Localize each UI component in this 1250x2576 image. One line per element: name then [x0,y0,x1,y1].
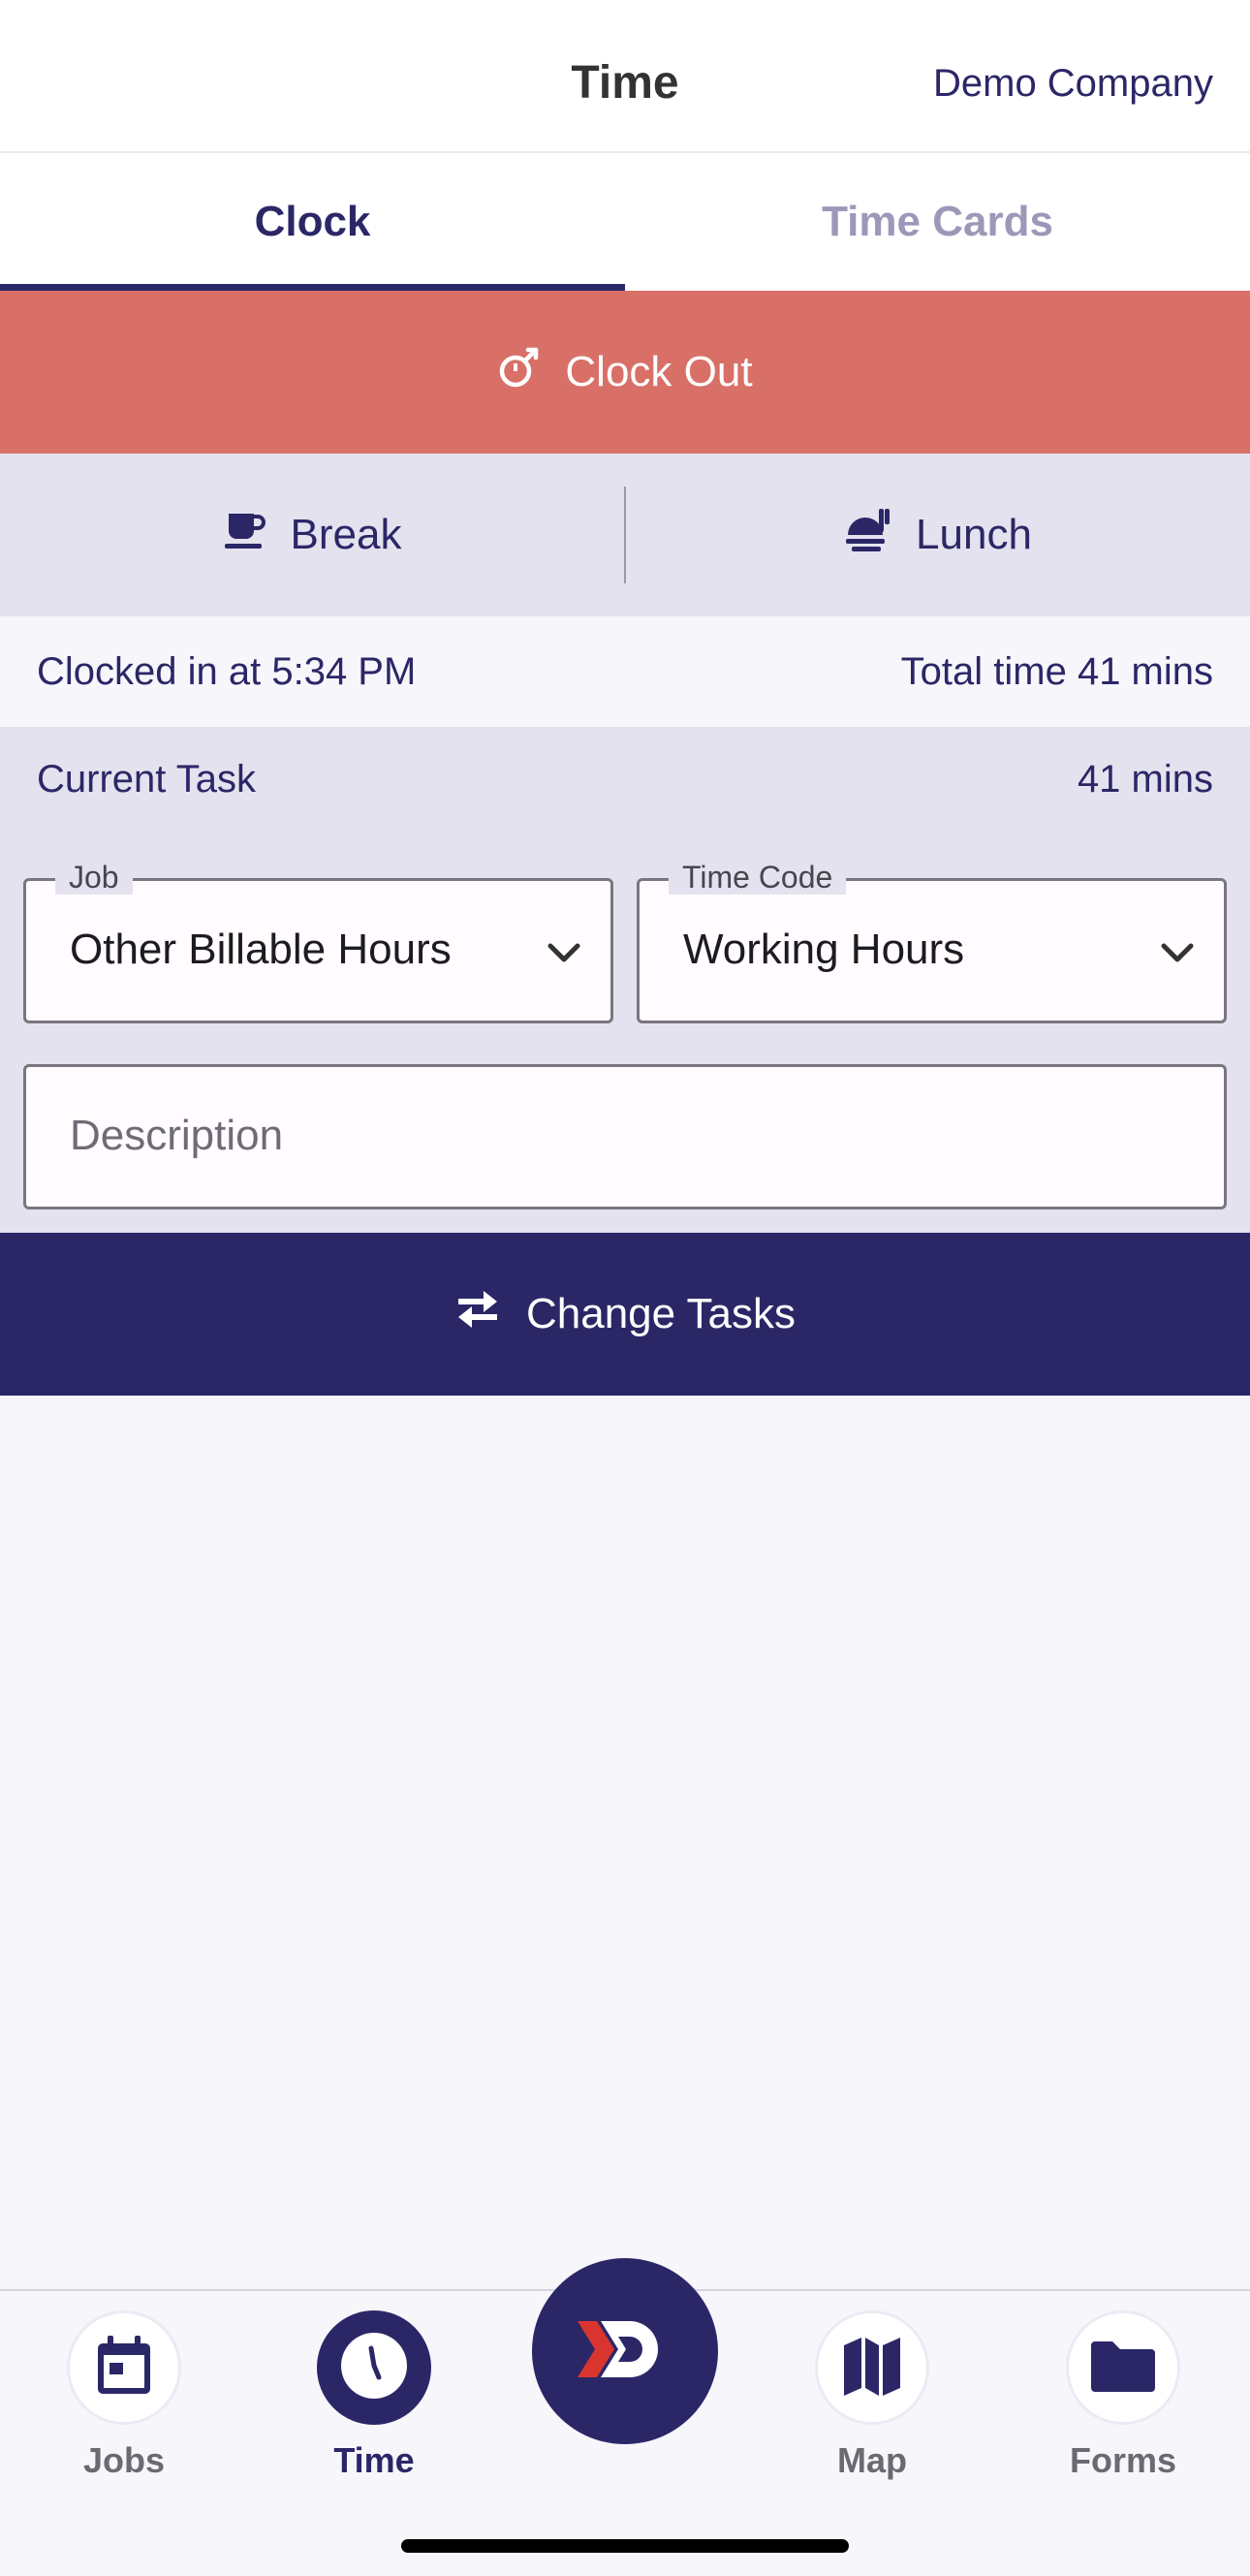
nav-item-map[interactable]: Map [785,2310,959,2481]
nav-label-forms: Forms [1069,2440,1177,2480]
job-value: Other Billable Hours [70,926,452,973]
brand-logo-icon [572,2315,678,2388]
total-time-text: Total time 41 mins [900,649,1213,693]
swap-arrows-icon [454,1288,501,1341]
folder-icon [1089,2338,1157,2399]
job-select[interactable]: Job Other Billable Hours [23,860,613,1023]
nav-time-circle [317,2310,431,2425]
change-tasks-label: Change Tasks [525,1290,797,1337]
clock-out-label: Clock Out [565,348,753,395]
break-bar: Break Lunch [0,454,1250,616]
time-code-select[interactable]: Time Code Working Hours [637,860,1227,1023]
stopwatch-icon [497,345,542,400]
description-field[interactable]: Description [23,1064,1227,1209]
app-header: Time Demo Company [0,0,1250,153]
home-indicator [401,2539,849,2553]
tab-bar: Clock Time Cards [0,153,1250,291]
nav-map-circle [815,2310,929,2425]
change-tasks-button[interactable]: Change Tasks [0,1233,1250,1396]
nav-jobs-circle [67,2310,181,2425]
map-icon [840,2334,904,2403]
time-code-value: Working Hours [683,926,965,973]
nav-forms-circle [1066,2310,1180,2425]
calendar-icon [94,2334,154,2403]
tab-time-cards[interactable]: Time Cards [625,153,1250,291]
lunch-label: Lunch [916,511,1032,558]
chevron-down-icon [545,933,583,977]
current-task-duration: 41 mins [1077,758,1213,801]
tab-clock[interactable]: Clock [0,153,625,291]
company-selector[interactable]: Demo Company [933,62,1213,106]
current-task-header: Current Task 41 mins [37,758,1213,801]
clocked-in-text: Clocked in at 5:34 PM [37,649,417,693]
nav-label-time: Time [333,2440,415,2480]
current-task-panel: Current Task 41 mins Job Other Billable … [0,727,1250,1233]
time-code-label: Time Code [669,860,847,895]
time-screen: Time Demo Company Clock Time Cards Clock… [0,0,1250,2576]
nav-item-time[interactable]: Time [287,2310,461,2481]
clock-out-button[interactable]: Clock Out [0,291,1250,454]
nav-label-map: Map [837,2440,907,2480]
food-tray-icon [844,506,892,565]
nav-item-jobs[interactable]: Jobs [37,2310,211,2481]
nav-item-forms[interactable]: Forms [1036,2310,1210,2481]
chevron-down-icon [1158,933,1197,977]
break-button[interactable]: Break [0,454,624,616]
coffee-cup-icon [223,508,267,563]
description-placeholder: Description [70,1112,284,1159]
clock-icon [339,2331,409,2405]
clock-status-row: Clocked in at 5:34 PM Total time 41 mins [0,616,1250,727]
lunch-button[interactable]: Lunch [626,454,1250,616]
bottom-nav: Jobs Time Map Forms [0,2258,1250,2576]
break-label: Break [290,511,402,558]
current-task-title: Current Task [37,758,257,801]
nav-label-jobs: Jobs [82,2440,166,2480]
home-logo-button[interactable] [532,2258,718,2444]
job-label: Job [55,860,133,895]
